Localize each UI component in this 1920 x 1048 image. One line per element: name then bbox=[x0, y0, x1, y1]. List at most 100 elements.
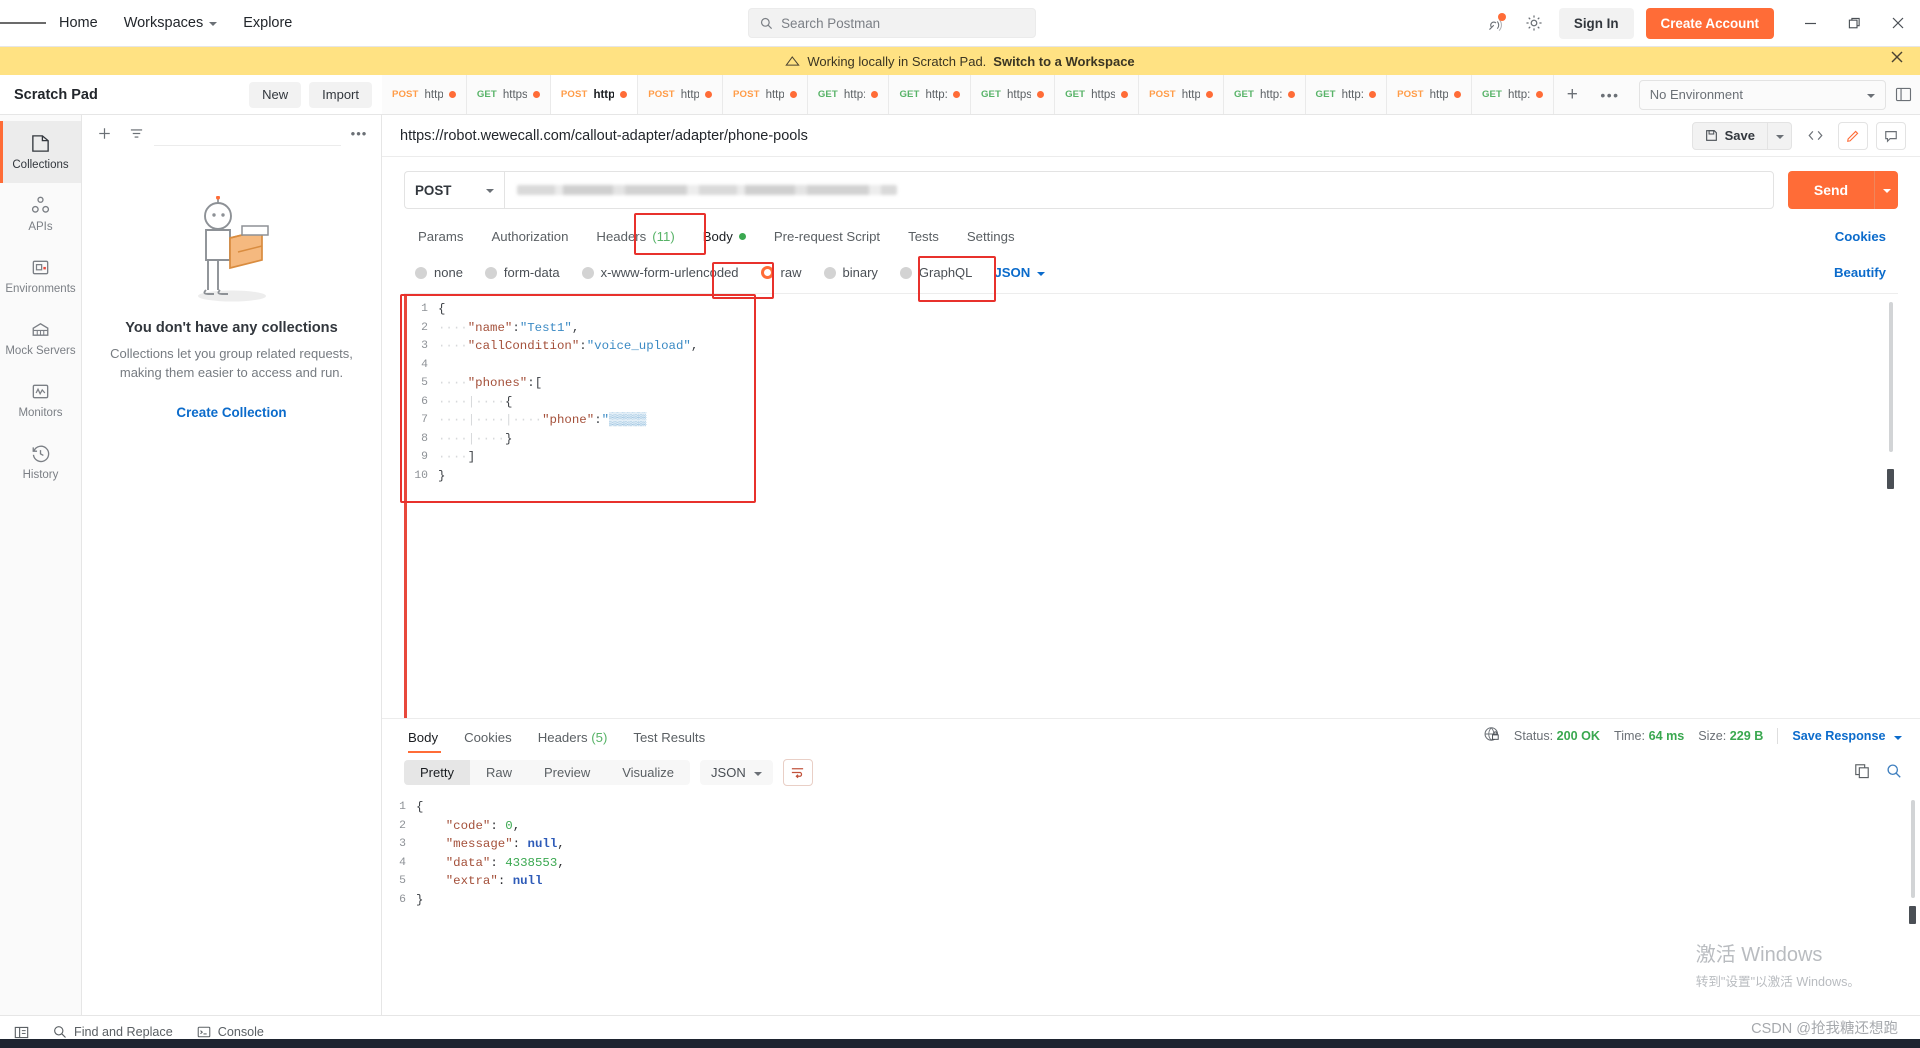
maximize-icon[interactable] bbox=[1832, 0, 1876, 46]
body-type-x-www-form-urlencoded[interactable]: x-www-form-urlencoded bbox=[571, 261, 750, 284]
code-line-content: ····"phones":[ bbox=[438, 376, 543, 391]
copy-response-icon[interactable] bbox=[1854, 763, 1870, 782]
history-icon bbox=[30, 443, 51, 464]
body-types-host: none form-data x-www-form-urlencoded raw bin… bbox=[404, 261, 983, 284]
tab-options-button[interactable]: ••• bbox=[1591, 75, 1629, 114]
tab-params[interactable]: Params bbox=[404, 223, 477, 253]
edit-request-icon[interactable] bbox=[1838, 121, 1868, 150]
response-scrollbar-thumb[interactable] bbox=[1909, 906, 1916, 924]
response-format-selector[interactable]: JSON bbox=[700, 760, 773, 785]
request-tab[interactable]: POST http bbox=[1139, 75, 1224, 114]
response-scrollbar[interactable] bbox=[1911, 800, 1915, 898]
request-tab[interactable]: POST http bbox=[638, 75, 724, 114]
response-tab-cookies[interactable]: Cookies bbox=[451, 730, 525, 753]
save-dropdown-button[interactable] bbox=[1768, 121, 1792, 150]
editor-scrollbar-thumb[interactable] bbox=[1887, 469, 1894, 489]
tab-headers[interactable]: Headers (11) bbox=[582, 223, 688, 253]
create-collection-link[interactable]: Create Collection bbox=[110, 405, 353, 420]
sidebar-item-collections[interactable]: Collections bbox=[0, 121, 81, 183]
import-button[interactable]: Import bbox=[309, 81, 372, 108]
request-tab[interactable]: GET http: bbox=[1305, 75, 1388, 114]
console-button[interactable]: Console bbox=[197, 1025, 264, 1039]
body-type-raw[interactable]: raw bbox=[750, 261, 813, 284]
tab-authorization[interactable]: Authorization bbox=[477, 223, 582, 253]
new-button[interactable]: New bbox=[249, 81, 302, 108]
filter-icon[interactable] bbox=[122, 120, 150, 146]
comments-icon[interactable] bbox=[1876, 121, 1906, 150]
request-tab[interactable]: GET http: bbox=[889, 75, 971, 114]
code-line-content: } bbox=[438, 468, 446, 483]
request-tab[interactable]: POST http bbox=[723, 75, 808, 114]
sidebar-item-apis[interactable]: APIs bbox=[0, 183, 81, 245]
beautify-link[interactable]: Beautify bbox=[1834, 265, 1898, 280]
settings-gear-icon[interactable] bbox=[1517, 6, 1551, 40]
request-tab[interactable]: GET http: bbox=[807, 75, 890, 114]
request-tab[interactable]: POST http bbox=[550, 75, 639, 114]
scratch-pad-title: Scratch Pad bbox=[14, 86, 98, 103]
add-collection-icon[interactable] bbox=[90, 120, 118, 146]
close-icon[interactable] bbox=[1876, 0, 1920, 46]
response-tab-test-results[interactable]: Test Results bbox=[620, 730, 718, 753]
request-tab[interactable]: POST http bbox=[382, 75, 467, 114]
search-input[interactable]: Search Postman bbox=[748, 8, 1037, 38]
collections-more-icon[interactable]: ••• bbox=[345, 120, 373, 146]
sidebar-item-history[interactable]: History bbox=[0, 431, 81, 493]
radio-icon bbox=[823, 266, 836, 279]
create-account-button[interactable]: Create Account bbox=[1645, 7, 1774, 39]
request-tab[interactable]: GET https bbox=[1055, 75, 1140, 114]
request-tab[interactable]: POST http bbox=[1387, 75, 1472, 114]
find-and-replace-button[interactable]: Find and Replace bbox=[53, 1025, 173, 1039]
editor-scrollbar[interactable] bbox=[1889, 302, 1893, 452]
tab-settings[interactable]: Settings bbox=[953, 223, 1029, 253]
view-mode-pretty[interactable]: Pretty bbox=[404, 760, 470, 785]
url-input[interactable] bbox=[504, 171, 1774, 209]
new-tab-button[interactable]: + bbox=[1554, 75, 1592, 114]
switch-workspace-link[interactable]: Switch to a Workspace bbox=[993, 54, 1134, 69]
response-tab-headers[interactable]: Headers (5) bbox=[525, 730, 621, 753]
send-button[interactable]: Send bbox=[1788, 171, 1874, 209]
nav-item-home[interactable]: Home bbox=[46, 8, 111, 38]
cookies-link[interactable]: Cookies bbox=[1835, 229, 1898, 253]
collections-search-input[interactable] bbox=[154, 120, 341, 146]
response-tab-body[interactable]: Body bbox=[408, 730, 451, 753]
notifications-icon[interactable] bbox=[1479, 6, 1513, 40]
wrap-lines-button[interactable] bbox=[782, 759, 813, 786]
search-response-icon[interactable] bbox=[1886, 763, 1902, 782]
view-mode-raw[interactable]: Raw bbox=[470, 760, 528, 785]
request-tab[interactable]: GET http: bbox=[1471, 75, 1554, 114]
hamburger-menu-icon[interactable] bbox=[0, 20, 46, 27]
tab-body[interactable]: Body bbox=[689, 223, 760, 253]
minimize-icon[interactable] bbox=[1788, 0, 1832, 46]
environment-selector[interactable]: No Environment bbox=[1638, 79, 1887, 110]
body-type-graphql[interactable]: GraphQL bbox=[889, 261, 983, 284]
nav-item-explore[interactable]: Explore bbox=[230, 8, 305, 38]
save-button[interactable]: Save bbox=[1691, 121, 1768, 150]
environment-quick-look-icon[interactable] bbox=[1886, 86, 1920, 103]
code-snippet-icon[interactable] bbox=[1800, 122, 1830, 150]
raw-format-selector[interactable]: JSON bbox=[983, 261, 1056, 284]
body-type-binary[interactable]: binary bbox=[813, 261, 889, 284]
response-body-editor[interactable]: 1{2 "code": 0, 3 "message": null, 4 "data"… bbox=[382, 794, 1920, 954]
sidebar-item-environments[interactable]: Environments bbox=[0, 245, 81, 307]
view-mode-preview[interactable]: Preview bbox=[528, 760, 606, 785]
request-tab[interactable]: GET https bbox=[971, 75, 1056, 114]
view-mode-visualize[interactable]: Visualize bbox=[606, 760, 690, 785]
tab-tests[interactable]: Tests bbox=[894, 223, 953, 253]
tab-pre-request-script[interactable]: Pre-request Script bbox=[760, 223, 894, 253]
method-selector[interactable]: POST bbox=[404, 171, 504, 209]
request-tab[interactable]: GET https bbox=[466, 75, 551, 114]
banner-close-icon[interactable] bbox=[1890, 50, 1904, 67]
send-options-button[interactable] bbox=[1874, 171, 1898, 209]
body-type-none[interactable]: none bbox=[404, 261, 474, 284]
body-type-form-data[interactable]: form-data bbox=[474, 261, 571, 284]
request-body-editor[interactable]: 1{2 ····"name":"Test1", 3 ····"callConditio… bbox=[404, 293, 1898, 718]
request-tab-method: GET bbox=[899, 89, 920, 100]
toggle-sidebar-button[interactable] bbox=[14, 1025, 29, 1040]
nav-item-workspaces[interactable]: Workspaces bbox=[111, 8, 231, 38]
save-response-button[interactable]: Save Response bbox=[1792, 729, 1902, 743]
line-number: 2 bbox=[399, 819, 406, 832]
sidebar-item-monitors[interactable]: Monitors bbox=[0, 369, 81, 431]
request-tab[interactable]: GET http: bbox=[1223, 75, 1306, 114]
sidebar-item-mock-servers[interactable]: Mock Servers bbox=[0, 307, 81, 369]
sign-in-button[interactable]: Sign In bbox=[1558, 7, 1634, 39]
